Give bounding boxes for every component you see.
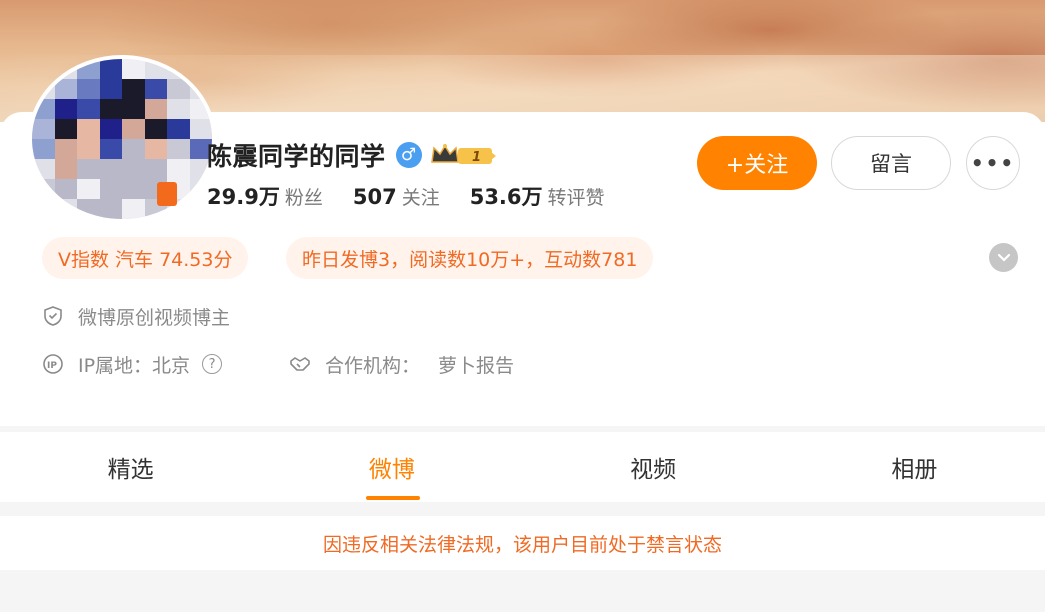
followers-count[interactable]: 29.9万 — [207, 181, 280, 211]
avatar-mosaic-cell — [77, 79, 100, 99]
profile-name: 陈震同学的同学 — [207, 142, 386, 171]
tab-featured[interactable]: 精选 — [0, 432, 261, 502]
avatar-mosaic-cell — [99, 99, 122, 119]
partner-value[interactable]: 萝卜报告 — [438, 351, 514, 378]
svg-text:IP: IP — [47, 361, 57, 371]
ip-icon: IP — [43, 354, 63, 374]
avatar-mosaic-cell — [32, 119, 55, 139]
name-row: 陈震同学的同学 ♂ 1 — [207, 137, 496, 173]
avatar-mosaic-cell — [99, 159, 122, 179]
avatar-mosaic-cell — [54, 159, 77, 179]
avatar-mosaic-cell — [167, 139, 190, 159]
partner-label: 合作机构： — [325, 354, 421, 377]
avatar-mosaic-cell — [99, 199, 122, 219]
profile-tabs: 精选 微博 视频 相册 — [0, 432, 1045, 502]
yesterday-stats-tag[interactable]: 昨日发博3，阅读数10万+，互动数781 — [286, 237, 654, 279]
profile-stats: 29.9万 粉丝 507 关注 53.6万 转评赞 — [207, 181, 635, 211]
avatar-mosaic-cell — [144, 159, 167, 179]
avatar-mosaic-cell — [77, 139, 100, 159]
avatar-mosaic-cell — [122, 139, 145, 159]
engagement-count: 53.6万 — [469, 185, 543, 209]
avatar-mosaic-cell — [54, 99, 77, 119]
avatar-mosaic-cell — [144, 99, 167, 119]
avatar-mosaic-cell — [54, 139, 77, 159]
creator-label: 微博原创视频博主 — [78, 306, 231, 329]
avatar-mosaic-cell — [122, 99, 145, 119]
more-options-button[interactable]: ••• — [966, 136, 1020, 190]
avatar-mosaic-cell — [99, 139, 122, 159]
avatar-mosaic-cell — [54, 119, 77, 139]
engagement-label: 转评赞 — [547, 187, 605, 209]
message-button[interactable]: 留言 — [831, 136, 951, 190]
avatar-mosaic-cell — [99, 119, 122, 139]
avatar-mosaic-cell — [122, 79, 145, 99]
followers-label[interactable]: 粉丝 — [285, 183, 323, 210]
avatar-mosaic-cell — [167, 79, 190, 99]
tab-video[interactable]: 视频 — [523, 432, 784, 502]
partner-row: 合作机构： 萝卜报告 — [289, 349, 514, 379]
avatar-mosaic-cell — [122, 199, 145, 219]
avatar-mosaic-cell — [54, 79, 77, 99]
avatar-mosaic-cell — [122, 179, 145, 199]
ban-notice: 因违反相关法律法规，该用户目前处于禁言状态 — [0, 516, 1045, 570]
avatar-mosaic-cell — [144, 139, 167, 159]
v-index-tag[interactable]: V指数 汽车 74.53分 — [42, 237, 249, 279]
vip-crown-icon[interactable]: 1 — [430, 142, 496, 168]
avatar-mosaic-cell — [77, 119, 100, 139]
avatar-mosaic-cell — [144, 119, 167, 139]
avatar[interactable] — [28, 55, 216, 223]
avatar-mosaic-cell — [99, 79, 122, 99]
avatar-mosaic-cell — [167, 99, 190, 119]
handshake-icon — [290, 357, 310, 371]
follow-button[interactable]: +关注 — [697, 136, 817, 190]
ip-location-row: IP IP属地：北京 ? — [42, 349, 223, 379]
creator-info-row: 微博原创视频博主 — [42, 301, 230, 331]
active-tab-indicator — [366, 496, 420, 500]
avatar-badge — [157, 182, 177, 206]
following-count[interactable]: 507 — [353, 185, 397, 209]
avatar-mosaic-cell — [32, 139, 55, 159]
avatar-mosaic-cell — [167, 159, 190, 179]
help-icon[interactable]: ? — [202, 354, 223, 374]
avatar-mosaic-cell — [189, 119, 212, 139]
avatar-mosaic-cell — [77, 159, 100, 179]
ip-location-label: IP属地：北京 — [78, 354, 191, 377]
avatar-mosaic-cell — [122, 119, 145, 139]
tab-weibo[interactable]: 微博 — [261, 432, 522, 502]
avatar-mosaic-cell — [122, 59, 145, 79]
avatar-mosaic-cell — [99, 59, 122, 79]
chevron-down-icon[interactable] — [989, 243, 1018, 272]
male-icon: ♂ — [395, 142, 422, 168]
following-label[interactable]: 关注 — [402, 183, 440, 210]
avatar-mosaic-cell — [99, 179, 122, 199]
avatar-mosaic-cell — [167, 119, 190, 139]
vip-level-text: 1 — [472, 150, 481, 165]
avatar-mosaic-cell — [77, 99, 100, 119]
shield-icon — [44, 306, 62, 326]
avatar-mosaic-cell — [122, 159, 145, 179]
tab-album[interactable]: 相册 — [784, 432, 1045, 502]
avatar-mosaic-cell — [54, 179, 77, 199]
avatar-mosaic-cell — [144, 79, 167, 99]
avatar-mosaic-cell — [77, 179, 100, 199]
